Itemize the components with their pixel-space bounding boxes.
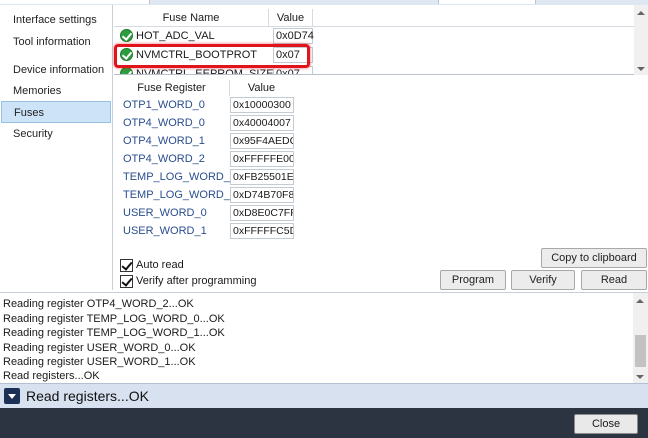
register-row: OTP4_WORD_0 0x40004007 <box>114 114 314 132</box>
scroll-up-icon[interactable] <box>637 11 645 15</box>
register-value-field[interactable]: 0x40004007 <box>230 115 294 131</box>
log-output: Reading register OTP4_WORD_2...OK Readin… <box>0 292 648 383</box>
register-value-field[interactable]: 0xFB25501E <box>230 169 294 185</box>
ok-check-icon <box>120 29 133 42</box>
scroll-down-icon[interactable] <box>636 375 644 379</box>
fuse-table-scrollbar[interactable] <box>634 5 648 75</box>
sidebar-item-interface-settings[interactable]: Interface settings <box>1 9 111 31</box>
copy-to-clipboard-button[interactable]: Copy to clipboard <box>541 248 647 268</box>
status-text: Read registers...OK <box>26 388 149 404</box>
log-line: Reading register TEMP_LOG_WORD_1...OK <box>3 327 225 339</box>
register-value-field[interactable]: 0xFFFFFE00 <box>230 151 294 167</box>
register-table-header: Fuse Register Value <box>114 80 294 96</box>
sidebar: Interface settings Tool information Devi… <box>0 5 113 290</box>
top-tab-left <box>0 0 150 4</box>
close-button[interactable]: Close <box>574 414 638 434</box>
log-line: Reading register TEMP_LOG_WORD_0...OK <box>3 313 225 325</box>
register-name: USER_WORD_0 <box>123 207 207 219</box>
log-scrollbar[interactable] <box>633 293 648 383</box>
register-value-field[interactable]: 0xFFFFFC5D <box>230 223 294 239</box>
fuse-value-field[interactable]: 0x0D74 <box>273 28 314 44</box>
scroll-up-icon[interactable] <box>636 299 644 303</box>
register-row: OTP4_WORD_1 0x95F4AEDC <box>114 132 314 150</box>
register-row: TEMP_LOG_WORD_0 0xFB25501E <box>114 168 314 186</box>
sidebar-item-tool-information[interactable]: Tool information <box>1 31 111 53</box>
register-row: OTP4_WORD_2 0xFFFFFE00 <box>114 150 314 168</box>
verify-after-programming-checkbox[interactable] <box>120 275 133 288</box>
register-value-field[interactable]: 0x95F4AEDC <box>230 133 294 149</box>
auto-read-checkbox[interactable] <box>120 259 133 272</box>
auto-read-label: Auto read <box>136 259 184 271</box>
fuse-row[interactable]: HOT_ADC_VAL 0x0D74 <box>114 27 634 45</box>
sidebar-item-memories[interactable]: Memories <box>1 80 111 102</box>
sidebar-item-device-information[interactable]: Device information <box>1 59 111 81</box>
register-row: OTP1_WORD_0 0x10000300 <box>114 96 314 114</box>
fuse-value-column-header[interactable]: Value <box>269 9 313 27</box>
register-row: TEMP_LOG_WORD_1 0xD74B70F8 <box>114 186 314 204</box>
register-name: USER_WORD_1 <box>123 225 207 237</box>
read-button[interactable]: Read <box>581 270 647 290</box>
register-row: USER_WORD_1 0xFFFFFC5D <box>114 222 314 240</box>
fuse-table-header: Fuse Name Value <box>114 9 634 27</box>
register-value-field[interactable]: 0xD8E0C7FF <box>230 205 294 221</box>
sidebar-item-fuses[interactable]: Fuses <box>1 101 111 123</box>
verify-button[interactable]: Verify <box>511 270 575 290</box>
register-name: OTP1_WORD_0 <box>123 99 205 111</box>
fuse-register-panel: Fuse Register Value OTP1_WORD_0 0x100003… <box>114 76 648 290</box>
register-value-column-header[interactable]: Value <box>229 80 293 96</box>
verify-after-programming-label: Verify after programming <box>136 275 257 287</box>
log-line: Reading register USER_WORD_1...OK <box>3 356 196 368</box>
register-name: TEMP_LOG_WORD_1 <box>123 189 237 201</box>
register-row: USER_WORD_0 0xD8E0C7FF <box>114 204 314 222</box>
register-value-field[interactable]: 0x10000300 <box>230 97 294 113</box>
register-name: OTP4_WORD_0 <box>123 117 205 129</box>
scrollbar-thumb[interactable] <box>635 335 646 367</box>
highlight-box <box>114 44 310 68</box>
fuse-register-column-header[interactable]: Fuse Register <box>114 80 229 96</box>
sidebar-item-security[interactable]: Security <box>1 123 111 145</box>
register-name: OTP4_WORD_1 <box>123 135 205 147</box>
chevron-down-icon[interactable] <box>4 388 20 404</box>
log-line: Reading register USER_WORD_0...OK <box>3 342 196 354</box>
log-line: Read registers...OK <box>3 370 100 382</box>
register-name: TEMP_LOG_WORD_0 <box>123 171 237 183</box>
status-bar: Read registers...OK <box>0 383 648 408</box>
register-value-field[interactable]: 0xD74B70F8 <box>230 187 294 203</box>
fuse-name: HOT_ADC_VAL <box>136 30 215 42</box>
fuse-name-column-header[interactable]: Fuse Name <box>114 9 269 27</box>
program-button[interactable]: Program <box>440 270 506 290</box>
top-tab-right <box>438 0 536 4</box>
log-line: Reading register OTP4_WORD_2...OK <box>3 298 194 310</box>
ok-check-icon <box>120 67 133 74</box>
scroll-down-icon[interactable] <box>637 67 645 71</box>
register-name: OTP4_WORD_2 <box>123 153 205 165</box>
dialog-footer: Close <box>0 408 648 438</box>
